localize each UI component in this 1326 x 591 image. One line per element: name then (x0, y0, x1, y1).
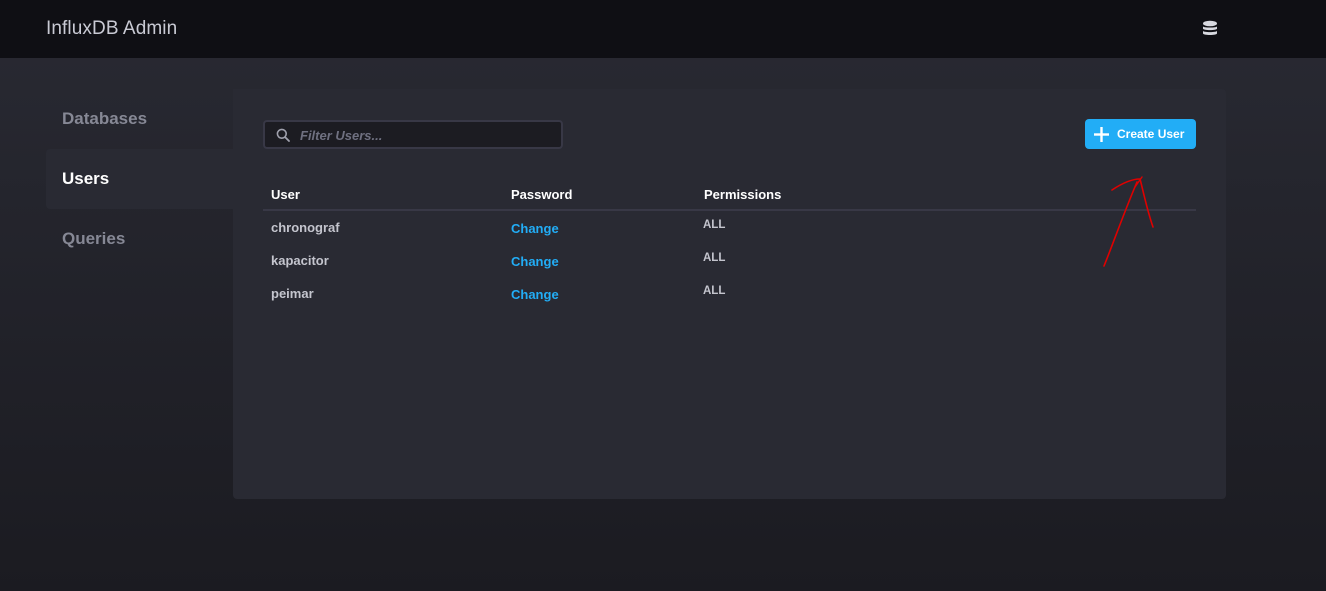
sidebar-item-label: Queries (62, 229, 126, 248)
user-name: kapacitor (271, 253, 329, 268)
table-row: chronograf Change ALL (263, 211, 1196, 244)
user-name: chronograf (271, 220, 340, 235)
plus-icon (1094, 126, 1109, 142)
filter-users-box (263, 120, 563, 149)
permissions-value: ALL (703, 285, 726, 297)
user-name: peimar (271, 286, 314, 301)
users-table: User Password Permissions chronograf Cha… (263, 179, 1196, 310)
table-header: User Password Permissions (263, 179, 1196, 211)
change-password-link[interactable]: Change (511, 287, 559, 302)
column-header-password: Password (511, 187, 573, 202)
app-title: InfluxDB Admin (46, 18, 178, 39)
column-header-user: User (271, 187, 300, 202)
table-row: kapacitor Change ALL (263, 244, 1196, 277)
table-row: peimar Change ALL (263, 277, 1196, 310)
sidebar-item-queries[interactable]: Queries (46, 209, 233, 269)
users-panel: Create User User Password Permissions ch… (233, 89, 1226, 499)
search-icon (276, 128, 290, 142)
sidebar-item-users[interactable]: Users (46, 149, 233, 209)
filter-users-input[interactable] (300, 125, 555, 145)
change-password-link[interactable]: Change (511, 254, 559, 269)
sidebar-item-label: Databases (62, 109, 148, 128)
change-password-link[interactable]: Change (511, 221, 559, 236)
sidebar-item-label: Users (62, 169, 110, 188)
permissions-value: ALL (703, 252, 726, 264)
top-navbar: InfluxDB Admin (0, 0, 1326, 58)
sidebar: Databases Users Queries (46, 89, 233, 269)
create-user-button[interactable]: Create User (1085, 119, 1196, 149)
column-header-permissions: Permissions (704, 187, 782, 202)
create-user-label: Create User (1117, 127, 1185, 141)
permissions-value: ALL (703, 219, 726, 231)
sidebar-item-databases[interactable]: Databases (46, 89, 233, 149)
database-icon[interactable] (1201, 20, 1219, 38)
